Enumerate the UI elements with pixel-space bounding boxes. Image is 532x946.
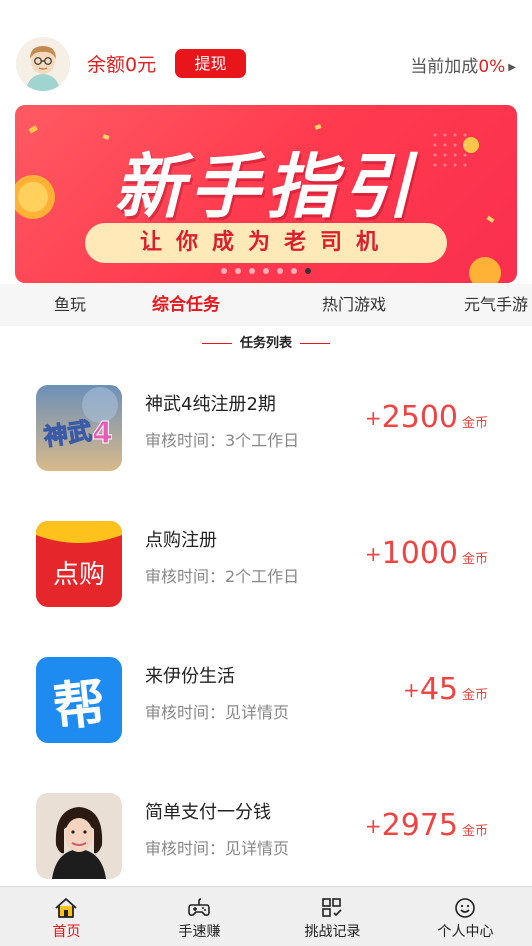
reward-unit-label: 金币 xyxy=(461,688,488,703)
task-reward: +2500 xyxy=(365,400,458,435)
task-item[interactable]: 帮 来伊份生活 审核时间：见详情页 +45 金币 xyxy=(0,647,532,747)
task-name: 简单支付一分钱 xyxy=(145,802,271,823)
task-name: 来伊份生活 xyxy=(145,666,235,687)
nav-label: 挑战记录 xyxy=(304,924,361,940)
task-name: 神武4纯注册2期 xyxy=(145,394,276,415)
carousel-dot[interactable] xyxy=(221,268,227,274)
withdraw-button[interactable]: 提现 xyxy=(175,49,246,78)
nav-home[interactable]: 首页 xyxy=(0,887,133,946)
task-item[interactable]: 简单支付一分钱 审核时间：见详情页 +2975 金币 xyxy=(0,783,532,883)
divider-right xyxy=(300,343,330,344)
bottom-navigation: 首页 手速赚 挑战记录 个人中心 xyxy=(0,886,532,946)
divider-left xyxy=(201,343,232,344)
section-title-label: 任务列表 xyxy=(239,336,292,351)
portrait-app-icon xyxy=(36,793,122,879)
banner-title: 新手指引 xyxy=(114,146,418,228)
nav-label: 个人中心 xyxy=(437,924,494,940)
banner-subtitle: 让你成为老司机 xyxy=(85,223,447,263)
task-review-time: 审核时间：2个工作日 xyxy=(145,567,300,586)
tab-general-tasks[interactable]: 综合任务 xyxy=(152,284,220,326)
carousel-dot[interactable] xyxy=(263,268,269,274)
gamepad-icon xyxy=(188,898,210,916)
reward-unit: 金币 xyxy=(458,820,488,845)
task-name: 点购注册 xyxy=(145,530,217,551)
task-item[interactable]: 点购 点购注册 审核时间：2个工作日 +1000 金币 xyxy=(0,511,532,611)
avatar-face-icon xyxy=(16,37,70,91)
task-review-time: 审核时间：3个工作日 xyxy=(145,431,300,450)
reward-plus: + xyxy=(364,406,382,430)
home-icon xyxy=(55,898,77,918)
reward-amount: 45 xyxy=(419,672,458,707)
carousel-dot[interactable] xyxy=(235,268,241,274)
svg-text:点购: 点购 xyxy=(53,560,105,590)
task-reward: +2975 xyxy=(365,808,458,843)
reward-amount: 2500 xyxy=(381,400,458,435)
carousel-dot[interactable] xyxy=(277,268,283,274)
tab-yuwan[interactable]: 鱼玩 xyxy=(54,284,86,326)
task-review-time: 审核时间：见详情页 xyxy=(145,839,290,858)
carousel-dot-active[interactable] xyxy=(305,268,311,274)
svg-text:4: 4 xyxy=(92,416,113,451)
bonus-label: 当前加成 xyxy=(410,57,479,77)
nav-fast-earn[interactable]: 手速赚 xyxy=(133,887,266,946)
carousel-dot[interactable] xyxy=(249,268,255,274)
bonus-link[interactable]: 当前加成0% ▶ xyxy=(410,52,516,77)
reward-unit-label: 金币 xyxy=(461,552,488,567)
reward-amount: 2975 xyxy=(381,808,458,843)
reward-plus: + xyxy=(403,678,420,702)
shenwu4-game-icon: 神武 4 xyxy=(36,385,122,471)
reward-unit: 金币 xyxy=(458,684,488,709)
carousel-dots xyxy=(15,268,517,274)
nav-label: 手速赚 xyxy=(178,924,221,940)
nav-profile[interactable]: 个人中心 xyxy=(399,887,532,946)
records-icon xyxy=(322,898,342,917)
category-tabs: 鱼玩 综合任务 热门游戏 元气手游 xyxy=(0,284,532,326)
header: 余额0元 提现 当前加成0% ▶ xyxy=(0,30,532,98)
nav-label: 首页 xyxy=(52,924,81,940)
nav-challenge-records[interactable]: 挑战记录 xyxy=(266,887,399,946)
task-item[interactable]: 神武 4 神武4纯注册2期 审核时间：3个工作日 +2500 金币 xyxy=(0,375,532,475)
reward-amount: 1000 xyxy=(381,536,458,571)
task-review-time: 审核时间：见详情页 xyxy=(145,703,290,722)
task-reward: +45 xyxy=(403,672,458,707)
carousel-dot[interactable] xyxy=(291,268,297,274)
laiyifen-app-icon: 帮 xyxy=(36,657,122,743)
task-reward: +1000 xyxy=(365,536,458,571)
reward-unit: 金币 xyxy=(458,412,488,437)
reward-unit-label: 金币 xyxy=(461,416,488,431)
reward-plus: + xyxy=(364,814,382,838)
bonus-value: 0% xyxy=(478,57,506,77)
smiley-icon xyxy=(455,898,475,918)
tab-yuanqi-games[interactable]: 元气手游 xyxy=(464,284,528,326)
promo-banner[interactable]: 新手指引 让你成为老司机 xyxy=(15,105,517,283)
reward-unit: 金币 xyxy=(458,548,488,573)
balance-label: 余额0元 xyxy=(87,54,157,76)
arrow-right-icon: ▶ xyxy=(508,61,516,73)
svg-text:帮: 帮 xyxy=(50,673,108,738)
diangou-app-icon: 点购 xyxy=(36,521,122,607)
reward-plus: + xyxy=(364,542,382,566)
tab-hot-games[interactable]: 热门游戏 xyxy=(322,284,386,326)
section-title: 任务列表 xyxy=(0,332,532,354)
avatar[interactable] xyxy=(16,37,70,91)
reward-unit-label: 金币 xyxy=(461,824,488,839)
